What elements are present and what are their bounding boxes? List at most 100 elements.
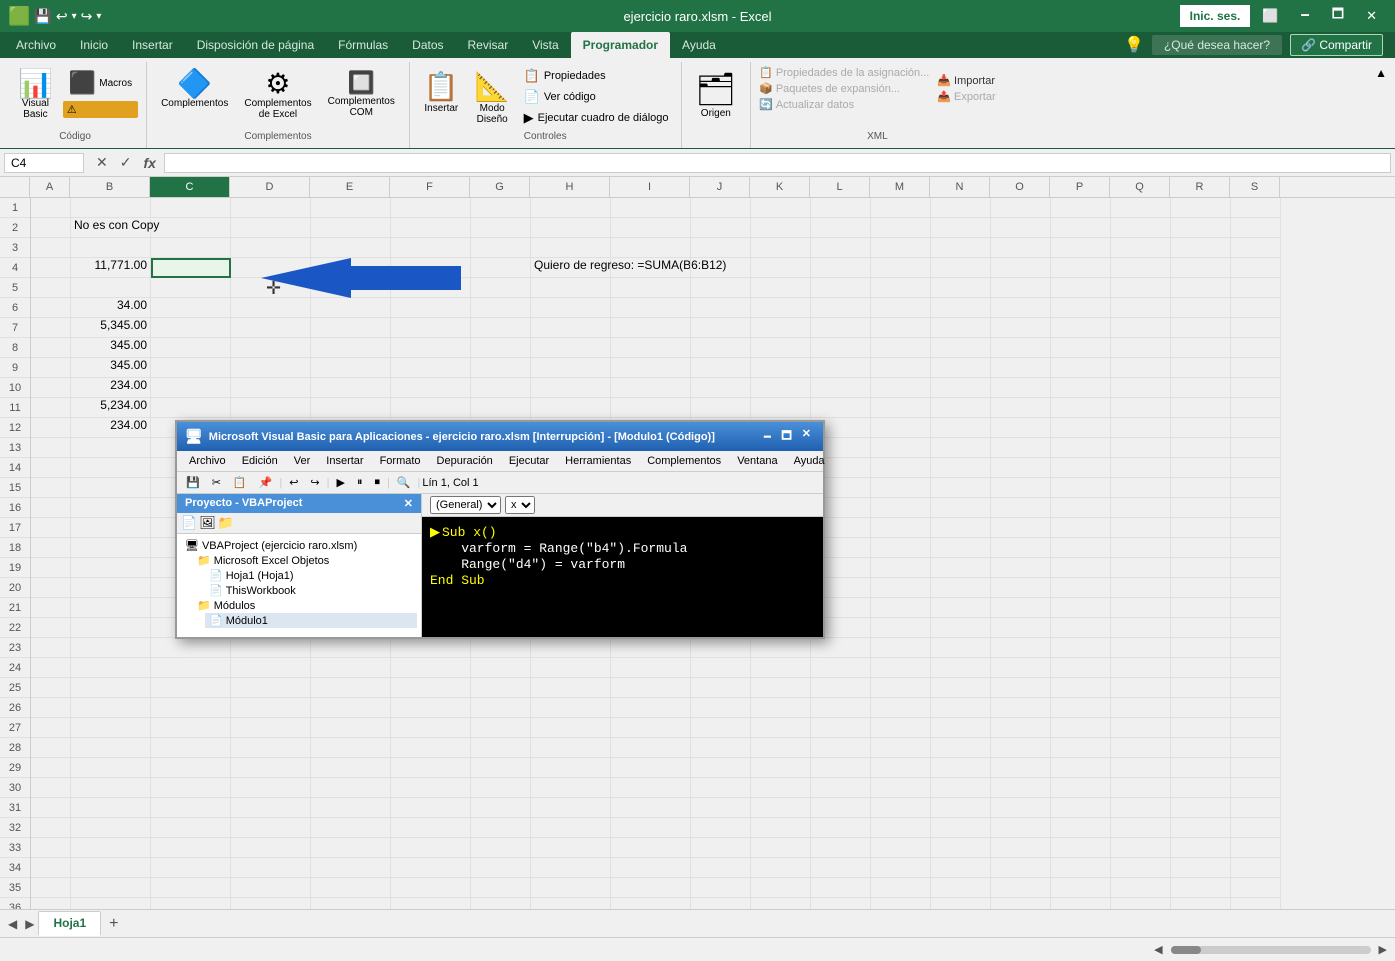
cell-O10[interactable] [991,378,1051,398]
cell-M9[interactable] [871,358,931,378]
row-header-1[interactable]: 1 [0,198,30,218]
col-header-A[interactable]: A [30,177,70,197]
formula-confirm-button[interactable]: ✓ [116,152,136,173]
cell-N1[interactable] [931,198,991,218]
cell-Q34[interactable] [1111,858,1171,878]
cell-P10[interactable] [1051,378,1111,398]
cell-A25[interactable] [31,678,71,698]
cell-R16[interactable] [1171,498,1231,518]
cell-F1[interactable] [391,198,471,218]
col-header-O[interactable]: O [990,177,1050,197]
cell-P33[interactable] [1051,838,1111,858]
cell-Q1[interactable] [1111,198,1171,218]
cell-G23[interactable] [471,638,531,658]
cell-P16[interactable] [1051,498,1111,518]
cell-L33[interactable] [811,838,871,858]
cell-R14[interactable] [1171,458,1231,478]
cell-J4[interactable] [691,258,751,278]
cell-R32[interactable] [1171,818,1231,838]
vba-menu-insertar[interactable]: Insertar [318,453,371,469]
cell-Q35[interactable] [1111,878,1171,898]
cell-N16[interactable] [931,498,991,518]
cell-A20[interactable] [31,578,71,598]
cell-K1[interactable] [751,198,811,218]
cell-P2[interactable] [1051,218,1111,238]
cell-P24[interactable] [1051,658,1111,678]
cell-A14[interactable] [31,458,71,478]
cell-O20[interactable] [991,578,1051,598]
cell-D7[interactable] [231,318,311,338]
cell-S28[interactable] [1231,738,1281,758]
cell-P17[interactable] [1051,518,1111,538]
cell-J28[interactable] [691,738,751,758]
sheet-nav-next[interactable]: ▶ [21,915,38,933]
cell-Q15[interactable] [1111,478,1171,498]
cell-F5[interactable] [391,278,471,298]
vba-menu-ver[interactable]: Ver [286,453,319,469]
cell-P25[interactable] [1051,678,1111,698]
cell-E26[interactable] [311,698,391,718]
cell-S14[interactable] [1231,458,1281,478]
cell-E6[interactable] [311,298,391,318]
cell-C23[interactable] [151,638,231,658]
cell-K11[interactable] [751,398,811,418]
cell-L5[interactable] [811,278,871,298]
cell-N34[interactable] [931,858,991,878]
cell-I29[interactable] [611,758,691,778]
cell-M14[interactable] [871,458,931,478]
cell-B10[interactable]: 234.00 [71,378,151,398]
cell-P34[interactable] [1051,858,1111,878]
cell-K2[interactable] [751,218,811,238]
cell-C2[interactable] [151,218,231,238]
vba-proc-selector[interactable]: x [505,496,535,514]
tab-formulas[interactable]: Fórmulas [326,32,400,58]
row-header-34[interactable]: 34 [0,858,30,878]
cell-O4[interactable] [991,258,1051,278]
cell-E9[interactable] [311,358,391,378]
cell-R25[interactable] [1171,678,1231,698]
cell-E33[interactable] [311,838,391,858]
cell-L28[interactable] [811,738,871,758]
cell-R9[interactable] [1171,358,1231,378]
cell-F8[interactable] [391,338,471,358]
cell-S33[interactable] [1231,838,1281,858]
cell-B9[interactable]: 345.00 [71,358,151,378]
cell-M31[interactable] [871,798,931,818]
cell-F2[interactable] [391,218,471,238]
cell-L27[interactable] [811,718,871,738]
cell-C9[interactable] [151,358,231,378]
row-header-18[interactable]: 18 [0,538,30,558]
cell-B30[interactable] [71,778,151,798]
cell-Q33[interactable] [1111,838,1171,858]
cell-M1[interactable] [871,198,931,218]
col-header-F[interactable]: F [390,177,470,197]
cell-I24[interactable] [611,658,691,678]
sheet-nav-prev[interactable]: ◀ [4,915,21,933]
cell-N36[interactable] [931,898,991,909]
cell-Q23[interactable] [1111,638,1171,658]
vba-menu-depuracion[interactable]: Depuración [429,453,501,469]
cell-N17[interactable] [931,518,991,538]
cell-P7[interactable] [1051,318,1111,338]
cell-A30[interactable] [31,778,71,798]
cell-D24[interactable] [231,658,311,678]
cell-G5[interactable] [471,278,531,298]
cell-Q14[interactable] [1111,458,1171,478]
cell-G9[interactable] [471,358,531,378]
tab-archivo[interactable]: Archivo [4,32,68,58]
cell-F25[interactable] [391,678,471,698]
cell-P23[interactable] [1051,638,1111,658]
cell-A24[interactable] [31,658,71,678]
origen-button[interactable]: 🗂 Origen [690,66,743,123]
cell-R22[interactable] [1171,618,1231,638]
cell-O31[interactable] [991,798,1051,818]
cell-B3[interactable] [71,238,151,258]
cell-S6[interactable] [1231,298,1281,318]
cell-E7[interactable] [311,318,391,338]
propiedades-button[interactable]: 📋 Propiedades [520,66,673,86]
cell-F6[interactable] [391,298,471,318]
cell-R34[interactable] [1171,858,1231,878]
scroll-left-btn[interactable]: ◀ [1154,943,1162,956]
cell-G34[interactable] [471,858,531,878]
cell-Q36[interactable] [1111,898,1171,909]
